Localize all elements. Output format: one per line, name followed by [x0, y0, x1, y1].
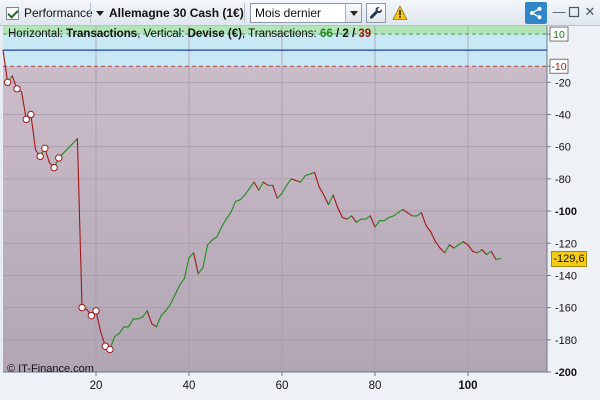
separator: / [332, 28, 343, 40]
transactions-losers: 39 [358, 28, 372, 40]
y-tick-label: -60 [555, 142, 571, 154]
trade-marker [3, 78, 12, 87]
trade-marker [41, 144, 49, 153]
wrench-icon [369, 6, 382, 19]
trade-marker [78, 303, 86, 312]
performance-chart: 10 -10 -20 -40 -60 -80 -100 -120 -140 -160 -180 -20… [0, 26, 600, 400]
y-tick-label: -160 [555, 303, 577, 315]
instrument-label: Allemagne 30 Cash (1€) [109, 6, 244, 20]
y-tick-label: -10 [551, 61, 566, 73]
horizontal-value: Transactions [66, 28, 138, 40]
x-tick-label: 100 [458, 380, 477, 392]
y-tick-label: -120 [555, 238, 577, 250]
loss-zone [3, 66, 547, 373]
vertical-label: , Vertical: [137, 28, 188, 40]
maximize-button[interactable] [566, 4, 582, 20]
performance-toggle[interactable]: Performance [6, 4, 93, 22]
maximize-icon [568, 6, 580, 18]
settings-button[interactable] [366, 3, 386, 23]
share-icon [530, 6, 542, 20]
transactions-label: , Transactions: [241, 28, 320, 40]
x-tick-label: 80 [369, 380, 382, 392]
share-button[interactable] [525, 2, 547, 24]
period-select[interactable]: Mois dernier [250, 3, 362, 23]
trade-marker [13, 85, 21, 93]
performance-label: Performance [24, 6, 93, 20]
period-dropdown-button[interactable] [345, 4, 361, 22]
toolbar: Performance Allemagne 30 Cash (1€) Mois … [0, 0, 600, 26]
minimize-icon: — [552, 4, 566, 19]
y-tick-label: -100 [555, 206, 577, 218]
last-value-badge: -129,6 [551, 251, 587, 267]
copyright-text: © IT-Finance.com [7, 363, 94, 375]
chevron-down-icon [96, 10, 104, 16]
toolbar-divider [244, 3, 245, 23]
checkbox-checked-icon[interactable] [6, 6, 19, 20]
chart-header: Horizontal: Transactions, Vertical: Devi… [8, 28, 371, 40]
chevron-down-icon [349, 10, 358, 16]
y-tick-label: -40 [555, 110, 571, 122]
y-tick-label: 10 [553, 29, 565, 41]
trade-marker [36, 152, 44, 161]
y-tick-label: -180 [555, 335, 577, 347]
y-tick-label: -20 [555, 77, 571, 89]
vertical-value: Devise (€) [187, 28, 242, 40]
toolbar-divider [90, 3, 91, 23]
trade-marker [50, 163, 58, 172]
x-tick-label: 40 [183, 380, 196, 392]
minimize-button[interactable]: — [551, 4, 567, 20]
close-button[interactable]: ✕ [582, 4, 598, 20]
horizontal-prefix: Horizontal: [8, 28, 67, 40]
equity-segment [495, 258, 502, 260]
x-tick-label: 60 [276, 380, 289, 392]
trade-marker [92, 307, 100, 315]
close-icon: ✕ [584, 4, 596, 19]
y-tick-label: -140 [555, 270, 577, 282]
warning-icon[interactable] [392, 5, 408, 21]
x-tick-label: 20 [90, 380, 103, 392]
instrument-selector[interactable]: Allemagne 30 Cash (1€) [96, 4, 244, 22]
separator: / [348, 28, 359, 40]
y-tick-label: -80 [555, 174, 571, 186]
chart-canvas: 10 -10 -20 -40 -60 -80 -100 -120 -140 -160 -180 -20… [0, 26, 600, 400]
period-value: Mois dernier [255, 6, 322, 20]
trade-marker [55, 154, 63, 162]
y-tick-label: -200 [555, 367, 577, 379]
trade-marker [106, 345, 114, 354]
transactions-total: 66 [319, 28, 333, 40]
trade-marker [27, 110, 35, 119]
